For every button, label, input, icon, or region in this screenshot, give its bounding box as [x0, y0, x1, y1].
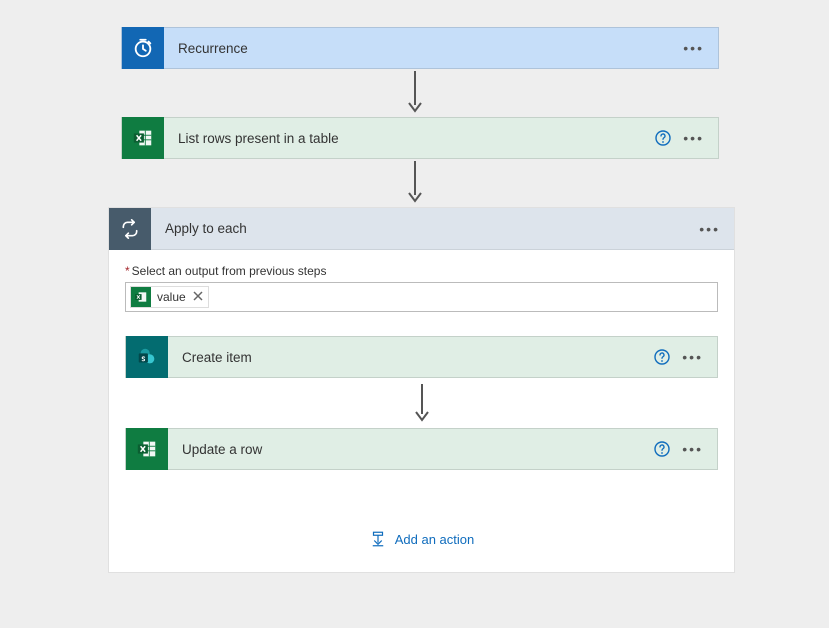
update-row-title: Update a row [168, 442, 654, 457]
output-field-label: *Select an output from previous steps [125, 264, 718, 278]
step-list-rows[interactable]: List rows present in a table ••• [121, 117, 719, 159]
flow-arrow-icon [125, 384, 718, 422]
more-icon[interactable]: ••• [682, 442, 703, 456]
excel-icon [122, 117, 164, 159]
step-apply-to-each: Apply to each ••• *Select an output from… [108, 207, 735, 573]
flow-arrow-icon [407, 71, 423, 113]
more-icon[interactable]: ••• [683, 41, 704, 55]
excel-icon [131, 287, 151, 307]
apply-to-each-header[interactable]: Apply to each ••• [109, 208, 734, 250]
token-label: value [155, 290, 188, 304]
excel-icon [126, 428, 168, 470]
more-icon[interactable]: ••• [682, 350, 703, 364]
help-icon[interactable] [655, 130, 671, 146]
step-update-row[interactable]: Update a row ••• [125, 428, 718, 470]
add-step-icon [369, 530, 387, 548]
more-icon[interactable]: ••• [683, 131, 704, 145]
flow-arrow-icon [407, 161, 423, 203]
step-create-item[interactable]: Create item ••• [125, 336, 718, 378]
remove-token-icon[interactable] [192, 289, 204, 305]
help-icon[interactable] [654, 349, 670, 365]
sharepoint-icon [126, 336, 168, 378]
add-action-button[interactable]: Add an action [125, 530, 718, 548]
value-token[interactable]: value [130, 286, 209, 308]
loop-icon [109, 208, 151, 250]
list-rows-title: List rows present in a table [164, 131, 655, 146]
recurrence-icon [122, 27, 164, 69]
step-recurrence[interactable]: Recurrence ••• [121, 27, 719, 69]
apply-to-each-title: Apply to each [151, 221, 699, 236]
add-action-label: Add an action [395, 532, 475, 547]
output-token-input[interactable]: value [125, 282, 718, 312]
more-icon[interactable]: ••• [699, 222, 720, 236]
help-icon[interactable] [654, 441, 670, 457]
recurrence-title: Recurrence [164, 41, 683, 56]
create-item-title: Create item [168, 350, 654, 365]
